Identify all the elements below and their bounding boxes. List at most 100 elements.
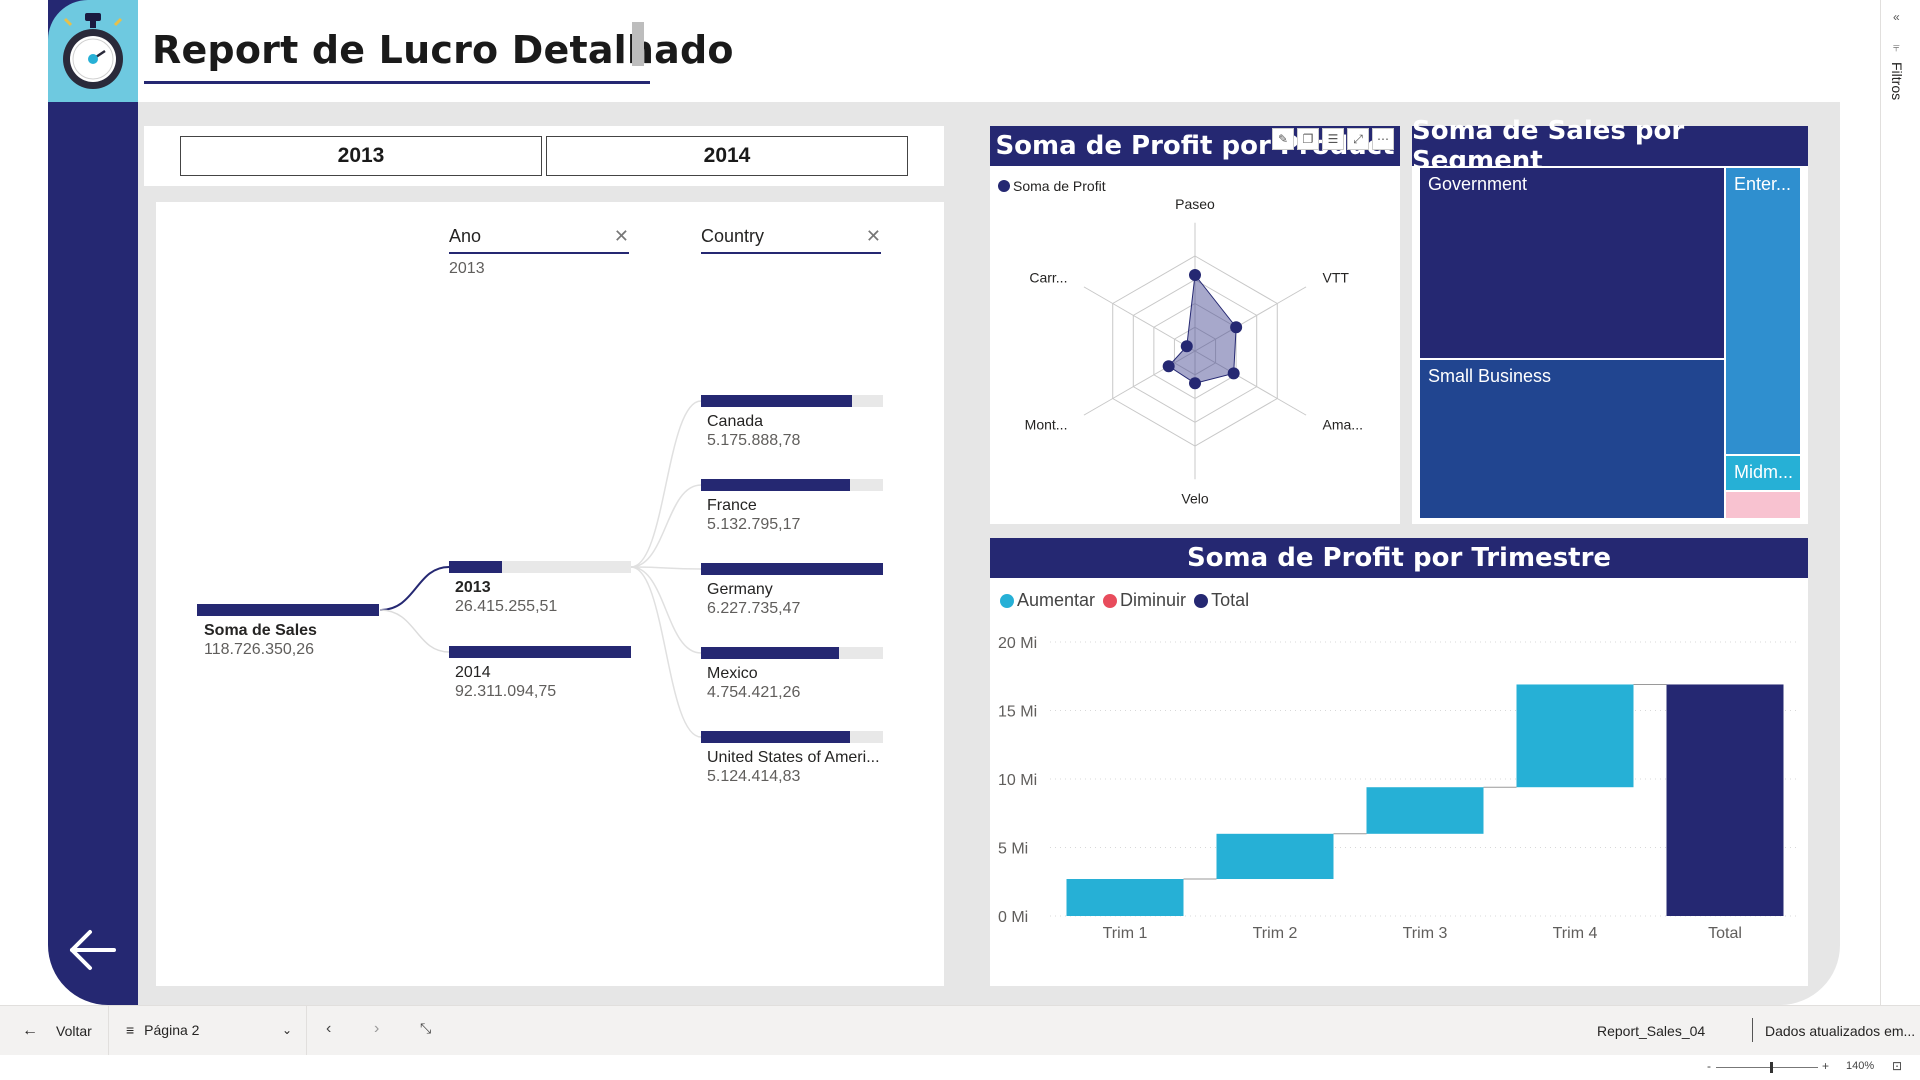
countrie-bar[interactable] <box>701 479 883 491</box>
y-tick-label: 15 Mi <box>998 704 1037 721</box>
countrie-bar[interactable] <box>701 395 883 407</box>
copy-icon[interactable]: ❐ <box>1297 128 1319 150</box>
tree-connectors <box>379 400 702 738</box>
next-page-icon[interactable]: › <box>374 1020 379 1038</box>
legend-label: Total <box>1211 590 1250 610</box>
zoom-out-icon[interactable]: - <box>1707 1059 1711 1073</box>
countrie-bar[interactable] <box>701 647 883 659</box>
page-selector[interactable]: ≡ Página 2 ⌄ <box>126 1022 292 1038</box>
zoom-slider-thumb[interactable] <box>1770 1062 1773 1073</box>
year-label: 2013 <box>455 579 491 596</box>
waterfall-bar[interactable] <box>1666 684 1784 916</box>
legend-marker <box>1103 593 1118 608</box>
page-label: Página 2 <box>144 1022 200 1038</box>
waterfall-bar[interactable] <box>1366 787 1484 834</box>
divider <box>1752 1018 1753 1042</box>
waterfall-bar[interactable] <box>1516 684 1634 788</box>
radar-point[interactable] <box>1162 360 1175 373</box>
countrie-label: Canada <box>707 413 764 430</box>
fit-page-icon[interactable]: ⊡ <box>1892 1059 1902 1073</box>
radar-axis-label: Carr... <box>1029 269 1067 285</box>
radar-leader <box>1277 398 1307 416</box>
treemap-cell[interactable]: Small Business <box>1420 360 1724 518</box>
data-updated-label: Dados atualizados em... <box>1765 1023 1916 1039</box>
radar-point[interactable] <box>1189 377 1201 390</box>
legend-item[interactable]: Diminuir <box>1103 590 1186 611</box>
radar-chart-panel: Soma de Profit por Product ✎ ❐ ☰ ⤢ ⋯ Som… <box>990 126 1400 524</box>
waterfall-plot: 0 Mi 5 Mi 10 Mi 15 Mi 20 Mi Trim 1 Trim 2 Trim … <box>998 635 1800 942</box>
countrie-label: France <box>707 497 757 514</box>
radar-axis-label: Paseo <box>1175 196 1215 212</box>
root-bar[interactable] <box>197 604 379 616</box>
legend-label: Aumentar <box>1017 590 1096 610</box>
countrie-bar[interactable] <box>701 563 883 575</box>
waterfall-legend: Aumentar Diminuir Total <box>1000 590 1249 611</box>
slicer-option-2014[interactable]: 2014 <box>546 136 908 176</box>
arrow-left-icon: ← <box>22 1022 38 1039</box>
year-value: 92.311.094,75 <box>455 683 557 700</box>
treemap-cell[interactable]: Midm... <box>1726 456 1800 490</box>
countrie-label: United States of Ameri... <box>707 749 880 766</box>
radar-point[interactable] <box>1230 321 1243 334</box>
y-tick-label: 0 Mi <box>998 909 1028 926</box>
chevron-left-icon[interactable]: « <box>1893 10 1900 24</box>
y-tick-label: 5 Mi <box>998 841 1028 858</box>
filters-label: Filtros <box>1889 62 1905 101</box>
zoom-slider[interactable] <box>1716 1062 1818 1073</box>
radar-point[interactable] <box>1227 367 1240 380</box>
focus-icon[interactable]: ⤢ <box>1347 128 1369 150</box>
year-bar[interactable] <box>449 646 631 658</box>
radar-plot: Paseo VTT Ama... Velo Mont... Carr... <box>1025 196 1363 507</box>
radar-point[interactable] <box>1189 269 1201 281</box>
waterfall-chart-panel: Soma de Profit por Trimestre Aumentar Dim… <box>990 538 1808 986</box>
legend-item[interactable]: Total <box>1194 590 1249 611</box>
x-tick-label: Trim 1 <box>1103 925 1148 942</box>
x-tick-label: Trim 3 <box>1403 925 1448 942</box>
year-bar[interactable] <box>449 561 631 573</box>
root-value: 118.726.350,26 <box>204 641 315 658</box>
pin-icon[interactable]: ✎ <box>1272 128 1294 150</box>
root-label: Soma de Sales <box>204 622 317 639</box>
page-title: Report de Lucro Detalhado <box>152 28 734 72</box>
zoom-in-icon[interactable]: + <box>1822 1059 1829 1073</box>
treemap-cell[interactable]: Government <box>1420 168 1724 358</box>
legend-item[interactable]: Aumentar <box>1000 590 1095 611</box>
stopwatch-logo-icon <box>48 0 138 102</box>
legend-marker <box>1000 593 1014 608</box>
countrie-value: 4.754.421,26 <box>707 684 801 701</box>
list-icon: ≡ <box>126 1022 135 1038</box>
back-arrow-icon[interactable] <box>62 920 122 980</box>
filters-pane-tab[interactable]: « ⫧ Filtros <box>1880 0 1920 1005</box>
legend-marker <box>1194 593 1209 608</box>
treemap-cell[interactable] <box>1726 492 1800 518</box>
countrie-value: 5.132.795,17 <box>707 516 801 533</box>
chevron-down-icon: ⌄ <box>281 1023 292 1037</box>
countrie-value: 6.227.735,47 <box>707 600 801 617</box>
waterfall-bar[interactable] <box>1216 833 1334 880</box>
treemap-cell-label: Enter... <box>1734 174 1792 194</box>
more-icon[interactable]: ⋯ <box>1372 128 1394 150</box>
decomposition-tree: Ano ✕ 2013 Country ✕ Soma de Sales 118.7… <box>156 202 944 986</box>
legend-label: Diminuir <box>1120 590 1187 610</box>
countrie-value: 5.124.414,83 <box>707 768 801 785</box>
filter-icon[interactable]: ☰ <box>1322 128 1344 150</box>
radar-axis-label: Ama... <box>1323 417 1363 433</box>
prev-page-icon[interactable]: ‹ <box>326 1020 331 1038</box>
treemap-cell[interactable]: Enter... <box>1726 168 1800 454</box>
y-tick-label: 20 Mi <box>998 635 1037 652</box>
countrie-bar[interactable] <box>701 731 883 743</box>
file-name: Report_Sales_04 <box>1597 1023 1706 1039</box>
waterfall-bar[interactable] <box>1066 879 1184 916</box>
filter-icon: ⫧ <box>1893 40 1900 54</box>
waterfall-chart-title: Soma de Profit por Trimestre <box>990 538 1808 578</box>
divider <box>306 1006 307 1055</box>
radar-point[interactable] <box>1180 340 1193 353</box>
treemap-cell-label: Government <box>1428 174 1528 194</box>
zoom-level: 140% <box>1846 1060 1875 1072</box>
back-label: Voltar <box>56 1023 92 1039</box>
collapse-icon[interactable]: ⤡ <box>420 1020 431 1037</box>
radar-axis-label: Velo <box>1181 490 1208 506</box>
countrie-value: 5.175.888,78 <box>707 432 801 449</box>
slicer-option-2013[interactable]: 2013 <box>180 136 542 176</box>
back-button[interactable]: ← Voltar <box>22 1022 92 1040</box>
